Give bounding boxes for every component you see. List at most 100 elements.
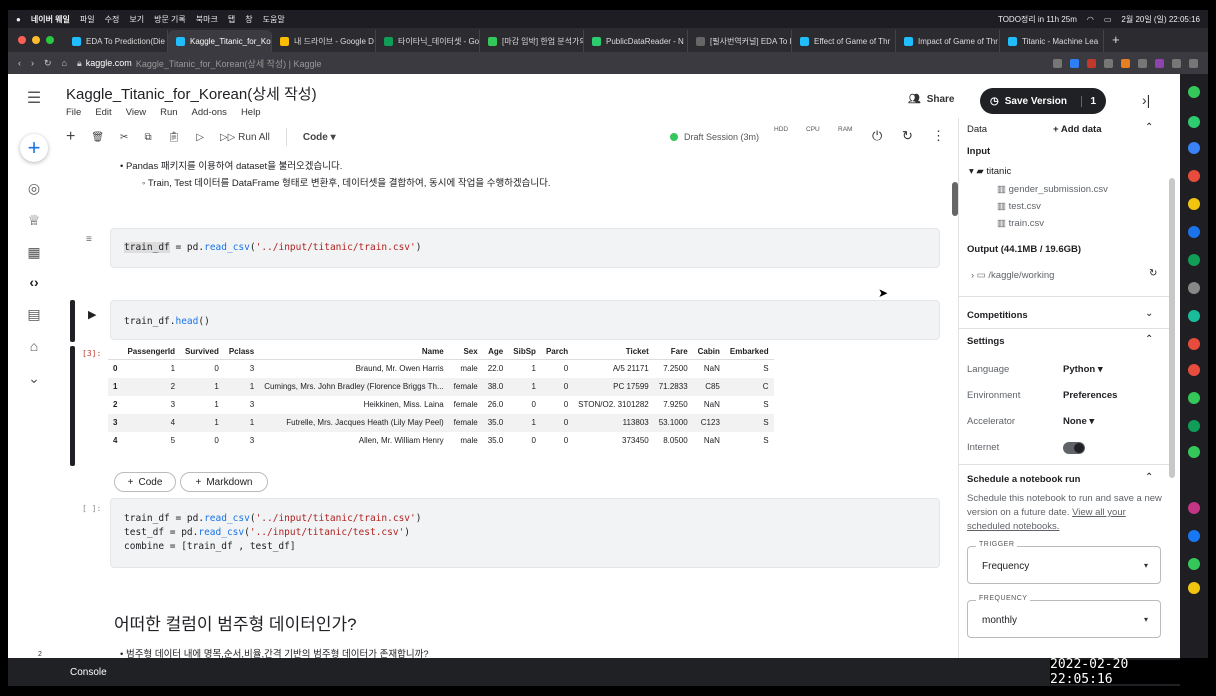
extension-icon[interactable] <box>1188 142 1200 154</box>
chevron-up-icon[interactable]: ⌃ <box>1145 122 1153 133</box>
add-code-cell-button[interactable]: + Code <box>114 472 176 492</box>
battery-icon[interactable]: ▭ <box>1104 15 1112 24</box>
extension-icon[interactable] <box>1188 198 1200 210</box>
menubar-help[interactable]: 도움말 <box>263 14 285 25</box>
collapse-panel-icon[interactable]: ›| <box>1142 92 1150 108</box>
environment-link[interactable]: Preferences <box>1063 390 1117 401</box>
browser-tab[interactable]: Titanic - Machine Lea <box>1000 30 1104 52</box>
chevron-down-icon[interactable]: ⌄ <box>24 368 44 388</box>
file-test[interactable]: ▥ test.csv <box>997 201 1041 212</box>
cut-icon[interactable]: ✂ <box>120 132 128 143</box>
menubar-tab[interactable]: 탭 <box>228 14 235 25</box>
add-cell-icon[interactable]: + <box>66 128 75 146</box>
extension-icon[interactable] <box>1188 420 1200 432</box>
run-cell-icon[interactable]: ▷ <box>196 132 204 143</box>
menubar-app-name[interactable]: 네이버 웨일 <box>31 14 70 25</box>
dataset-titanic[interactable]: ▾ ▰ titanic <box>969 166 1011 177</box>
extension-icon[interactable] <box>1138 58 1147 68</box>
panel-scrollbar[interactable] <box>1169 178 1175 478</box>
extension-icon[interactable] <box>1188 310 1200 322</box>
menubar-bookmarks[interactable]: 북마크 <box>196 14 218 25</box>
code-icon[interactable]: ‹› <box>24 272 44 292</box>
browser-tab[interactable]: 타이타닉_데이터셋 - Go <box>376 30 480 52</box>
frequency-select[interactable]: FREQUENCY monthly ▾ <box>967 595 1161 638</box>
reload-icon[interactable]: ↻ <box>44 58 52 69</box>
extension-icon[interactable] <box>1188 282 1200 294</box>
menu-view[interactable]: View <box>126 107 146 118</box>
extension-icon[interactable] <box>1188 170 1200 182</box>
data-section-title[interactable]: Data <box>967 124 987 135</box>
paste-icon[interactable]: 📋︎ <box>168 132 181 143</box>
cell-type-select[interactable]: Code ▾ <box>303 132 336 143</box>
menubar-datetime[interactable]: 2월 20일 (일) 22:05:16 <box>1121 14 1200 25</box>
extension-icon[interactable] <box>1189 58 1198 68</box>
zoom-window-button[interactable] <box>46 36 54 44</box>
run-all-button[interactable]: ▷▷ Run All <box>220 132 270 143</box>
browser-tab[interactable]: 내 드라이브 - Google D <box>272 30 376 52</box>
competitions-section[interactable]: Competitions <box>967 310 1028 321</box>
menu-add-ons[interactable]: Add-ons <box>192 107 227 118</box>
extension-icon[interactable] <box>1188 116 1200 128</box>
browser-tab[interactable]: PublicDataReader - N <box>584 30 688 52</box>
url-field[interactable]: 🔒︎ kaggle.com Kaggle_Titanic_for_Korean(… <box>77 57 322 70</box>
file-gender-submission[interactable]: ▥ gender_submission.csv <box>997 184 1108 195</box>
settings-section[interactable]: Settings <box>967 336 1004 347</box>
accelerator-select[interactable]: None ▾ <box>1063 416 1094 427</box>
browser-tab[interactable]: Effect of Game of Thr <box>792 30 896 52</box>
save-version-button[interactable]: ◷ Save Version 1 <box>980 88 1106 114</box>
forward-icon[interactable]: › <box>31 58 34 68</box>
delete-icon[interactable]: 🗑︎ <box>91 132 104 143</box>
notebook-title[interactable]: Kaggle_Titanic_for_Korean(상세 작성) <box>66 83 317 104</box>
language-select[interactable]: Python ▾ <box>1063 364 1103 375</box>
hamburger-menu-icon[interactable]: ☰ <box>24 88 44 108</box>
menubar-window[interactable]: 창 <box>245 14 252 25</box>
minimize-window-button[interactable] <box>32 36 40 44</box>
trophy-icon[interactable]: ♕ <box>24 210 44 230</box>
schedule-title[interactable]: Schedule a notebook run <box>967 474 1081 485</box>
console-bar[interactable]: Console <box>8 658 1180 686</box>
menu-run[interactable]: Run <box>160 107 177 118</box>
browser-tab[interactable]: EDA To Prediction(Die <box>64 30 168 52</box>
extension-icon[interactable] <box>1188 226 1200 238</box>
browser-tab[interactable]: Impact of Game of Thr <box>896 30 1000 52</box>
extension-icon[interactable] <box>1188 446 1200 458</box>
extension-icon[interactable] <box>1053 58 1062 68</box>
school-icon[interactable]: ⌂ <box>24 336 44 356</box>
power-icon[interactable]: ⏻ <box>872 128 882 144</box>
extension-icon[interactable] <box>1188 254 1200 266</box>
cpu-meter-label[interactable]: CPU <box>806 126 820 134</box>
wifi-icon[interactable]: ◠ <box>1087 15 1094 24</box>
collapsed-output-icon[interactable]: ≡ <box>86 234 92 245</box>
extension-icon[interactable] <box>1087 58 1096 68</box>
chevron-down-icon[interactable]: ⌄ <box>1145 308 1153 319</box>
menu-edit[interactable]: Edit <box>95 107 111 118</box>
restart-icon[interactable]: ↻ <box>902 128 913 144</box>
extension-icon[interactable] <box>1188 364 1200 376</box>
extension-icon[interactable] <box>1188 530 1200 542</box>
code-cell-2[interactable] <box>110 300 940 340</box>
menu-help[interactable]: Help <box>241 107 261 118</box>
menubar-todo[interactable]: TODO정리 in 11h 25m <box>998 14 1077 25</box>
table-icon[interactable]: ▦ <box>24 242 44 262</box>
extension-icon[interactable] <box>1104 58 1113 68</box>
extension-icon[interactable] <box>1188 338 1200 350</box>
discussion-icon[interactable]: ▤ <box>24 304 44 324</box>
extension-icon[interactable] <box>1188 558 1200 570</box>
back-icon[interactable]: ‹ <box>18 58 21 68</box>
more-options-icon[interactable]: ⋮ <box>932 128 945 144</box>
extension-icon[interactable] <box>1070 58 1079 68</box>
refresh-icon[interactable]: ↻ <box>1149 268 1157 279</box>
extension-icon[interactable] <box>1188 86 1200 98</box>
extension-icon[interactable] <box>1121 58 1130 68</box>
working-dir[interactable]: › ▭ /kaggle/working <box>971 270 1054 281</box>
internet-toggle[interactable] <box>1063 442 1085 454</box>
compass-icon[interactable]: ◎ <box>24 178 44 198</box>
session-status[interactable]: Draft Session (3m) <box>670 132 759 142</box>
ram-meter-label[interactable]: RAM <box>838 126 852 134</box>
extension-icon[interactable] <box>1188 502 1200 514</box>
browser-tab[interactable]: [필사번역커널] EDA To P <box>688 30 792 52</box>
run-cell-icon[interactable]: ▶ <box>88 308 96 321</box>
extension-icon[interactable] <box>1172 58 1181 68</box>
extension-icon[interactable] <box>1188 582 1200 594</box>
browser-tab[interactable]: [마감 임박] 한업 분석가의 <box>480 30 584 52</box>
